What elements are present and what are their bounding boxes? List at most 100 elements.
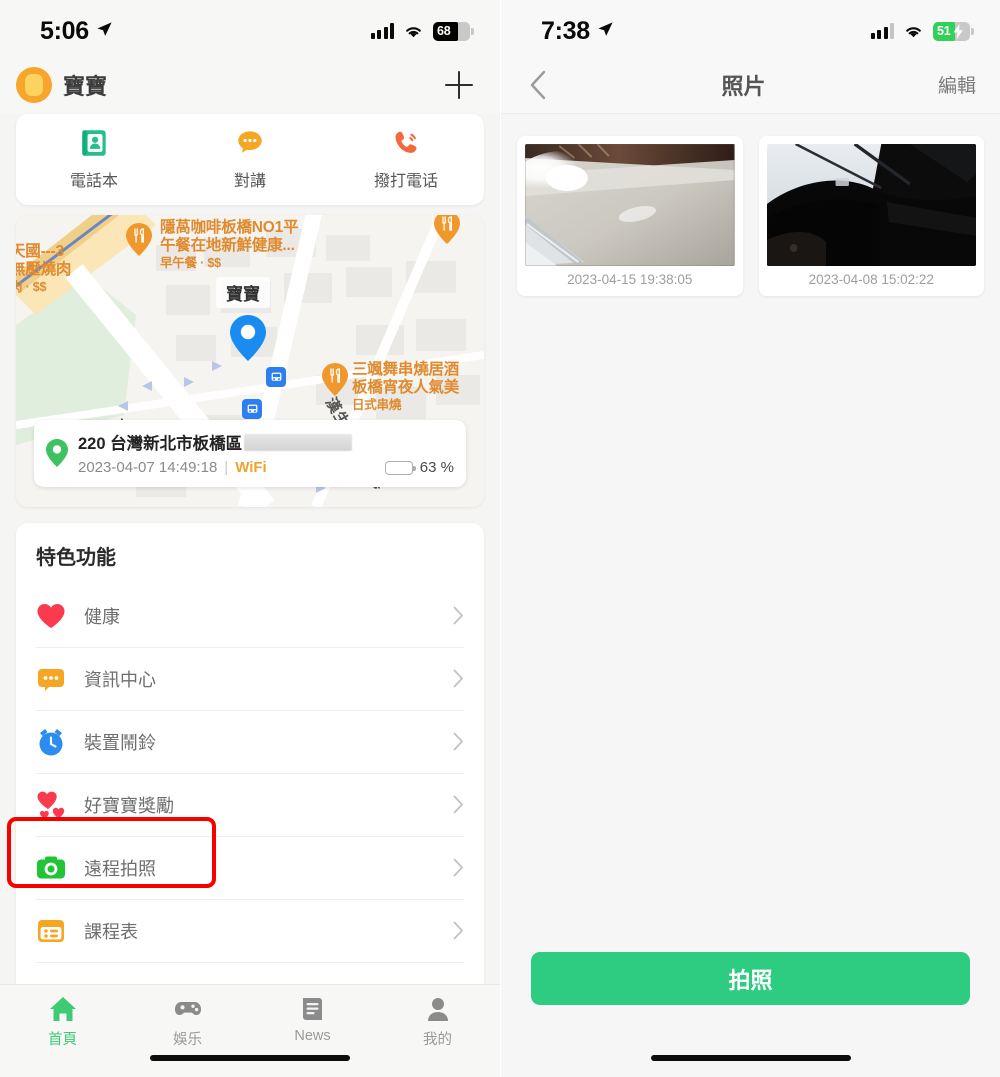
gamepad-icon (174, 1002, 201, 1015)
feature-label: 好寶寶獎勵 (84, 795, 174, 816)
battery-percent-text: 68 (437, 24, 451, 38)
map-poi-label: 隱萵咖啡板橋NO1平 午餐在地新鮮健康... 早午餐 · $$ (160, 219, 299, 270)
photo-grid: 2023-04-15 19:38:05 2023-04-08 15:02:22 (501, 114, 1000, 296)
home-indicator (150, 1055, 350, 1061)
tab-news[interactable]: News (250, 995, 375, 1077)
restaurant-pin-icon (434, 215, 460, 244)
heart-icon (37, 603, 65, 628)
alarm-clock-icon (39, 728, 63, 755)
address-info-card: 220 台灣新北市板橋區 2023-04-07 14:49:18 | WiFi … (34, 420, 466, 487)
chevron-right-icon (453, 732, 464, 751)
bus-stop-icon (242, 399, 262, 419)
status-right-group: 68 (370, 21, 474, 41)
wifi-icon (906, 27, 921, 38)
hearts-reward-icon (37, 791, 65, 819)
battery-indicator: 51 (933, 21, 974, 41)
feature-label: 裝置鬧鈴 (84, 732, 156, 753)
news-document-icon (302, 998, 322, 1020)
tab-label: 我的 (423, 1032, 452, 1048)
quick-action-label: 撥打電话 (373, 173, 438, 190)
contacts-book-icon (82, 130, 106, 156)
left-status-bar: 5:06 68 (0, 0, 500, 56)
chevron-right-icon (453, 795, 464, 814)
address-text: 220 台灣新北市板橋區 (78, 435, 243, 453)
bright-ceiling-light-photo (525, 144, 735, 266)
location-arrow-icon (97, 22, 112, 36)
feature-row-health[interactable]: 健康 (16, 584, 484, 647)
status-time: 7:38 (541, 16, 590, 45)
quick-action-label: 對講 (233, 173, 266, 190)
tab-profile[interactable]: 我的 (375, 995, 500, 1077)
photo-thumbnail[interactable] (766, 144, 976, 266)
chevron-right-icon (453, 921, 464, 940)
chevron-left-icon[interactable] (527, 70, 549, 100)
charging-bolt-icon (953, 23, 963, 39)
device-location-pin-icon (230, 315, 266, 361)
location-timestamp: 2023-04-07 14:49:18 (78, 459, 218, 476)
status-right-group: 51 (870, 21, 974, 41)
app-header: 寶寶 (0, 56, 500, 114)
feature-row-reward[interactable]: 好寶寶獎勵 (16, 773, 484, 836)
device-battery-group: 63 % (384, 459, 454, 476)
quick-action-contacts[interactable]: 電話本 (16, 126, 172, 191)
device-map-label: 寶寶 (216, 277, 270, 308)
person-icon (427, 998, 448, 1021)
feature-list-card: 特色功能 健康 資訊中心 裝置鬧鈴 好寶寶獎勵 遠程拍照 課程表 (16, 523, 484, 1025)
location-map-card[interactable]: 漢生東路 漢生東路33 巷 天國---3 無壓燒肉 肉 · $$ 隱萵咖啡板橋N… (16, 215, 484, 507)
profile-group[interactable]: 寶寶 (16, 67, 107, 103)
device-battery-percent: 63 % (419, 459, 454, 476)
feature-row-remote-camera[interactable]: 遠程拍照 (16, 836, 484, 899)
chevron-right-icon (453, 606, 464, 625)
tab-label: 娛乐 (173, 1032, 202, 1048)
left-phone-screen: 5:06 68 寶寶 電話本 對講 撥打電话 天國---3 無壓燒肉 肉 · $… (0, 0, 500, 1077)
map-poi-label: 三颯舞串燒居酒 板橋宵夜人氣美 日式串燒 (352, 361, 460, 412)
address-meta-line: 2023-04-07 14:49:18 | WiFi 63 % (78, 459, 454, 476)
status-left-group: 5:06 (40, 17, 113, 46)
feature-row-schedule[interactable]: 課程表 (16, 899, 484, 962)
add-device-button[interactable] (442, 68, 476, 102)
status-left-group: 7:38 (541, 17, 614, 46)
feature-label: 遠程拍照 (84, 858, 156, 879)
photo-timestamp: 2023-04-15 19:38:05 (567, 272, 693, 287)
quick-action-call[interactable]: 撥打電话 (328, 126, 484, 191)
chevron-right-icon (453, 669, 464, 688)
address-pin-icon (46, 439, 68, 467)
message-bubble-icon (38, 668, 64, 691)
restaurant-pin-icon (126, 223, 152, 256)
schedule-list-icon (38, 919, 64, 942)
avatar (16, 67, 52, 103)
bottom-tab-bar: 首頁 娛乐 News 我的 (0, 984, 500, 1077)
tab-label: News (294, 1028, 331, 1044)
photo-thumbnail[interactable] (525, 144, 735, 266)
tab-label: 首頁 (48, 1032, 77, 1048)
battery-percent-text: 51 (937, 24, 951, 38)
battery-indicator: 68 (433, 21, 474, 41)
tab-entertainment[interactable]: 娛乐 (125, 995, 250, 1077)
photo-cell[interactable]: 2023-04-15 19:38:05 (517, 136, 743, 296)
dual-screenshot-stage: 5:06 68 寶寶 電話本 對講 撥打電话 天國---3 無壓燒肉 肉 · $… (0, 0, 1000, 1077)
status-time: 5:06 (40, 16, 89, 45)
map-poi-label: 天國---3 無壓燒肉 肉 · $$ (16, 243, 72, 294)
cellular-signal-icon (870, 23, 894, 39)
feature-row-info-center[interactable]: 資訊中心 (16, 647, 484, 710)
feature-label: 課程表 (84, 921, 138, 942)
tab-home[interactable]: 首頁 (0, 995, 125, 1077)
feature-label: 資訊中心 (84, 669, 156, 690)
photo-cell[interactable]: 2023-04-08 15:02:22 (758, 136, 984, 296)
edit-button[interactable]: 編輯 (938, 71, 976, 98)
walkie-talkie-chat-icon (238, 131, 262, 153)
photo-timestamp: 2023-04-08 15:02:22 (808, 272, 934, 287)
home-icon (49, 997, 76, 1021)
feature-label: 健康 (84, 606, 120, 627)
feature-row-device-alarm[interactable]: 裝置鬧鈴 (16, 710, 484, 773)
wifi-icon (406, 27, 421, 38)
quick-action-walkie[interactable]: 對講 (172, 126, 328, 191)
location-arrow-icon (598, 22, 613, 36)
quick-action-label: 電話本 (69, 173, 118, 190)
feature-list-title: 特色功能 (36, 547, 116, 569)
chevron-right-icon (453, 858, 464, 877)
phone-call-icon (395, 131, 417, 153)
take-photo-button[interactable]: 拍照 (531, 952, 970, 1005)
right-phone-screen: 7:38 51 照片 編輯 2023-04-15 19:38:05 2023-0… (500, 0, 1000, 1077)
address-redaction-block (244, 433, 353, 451)
